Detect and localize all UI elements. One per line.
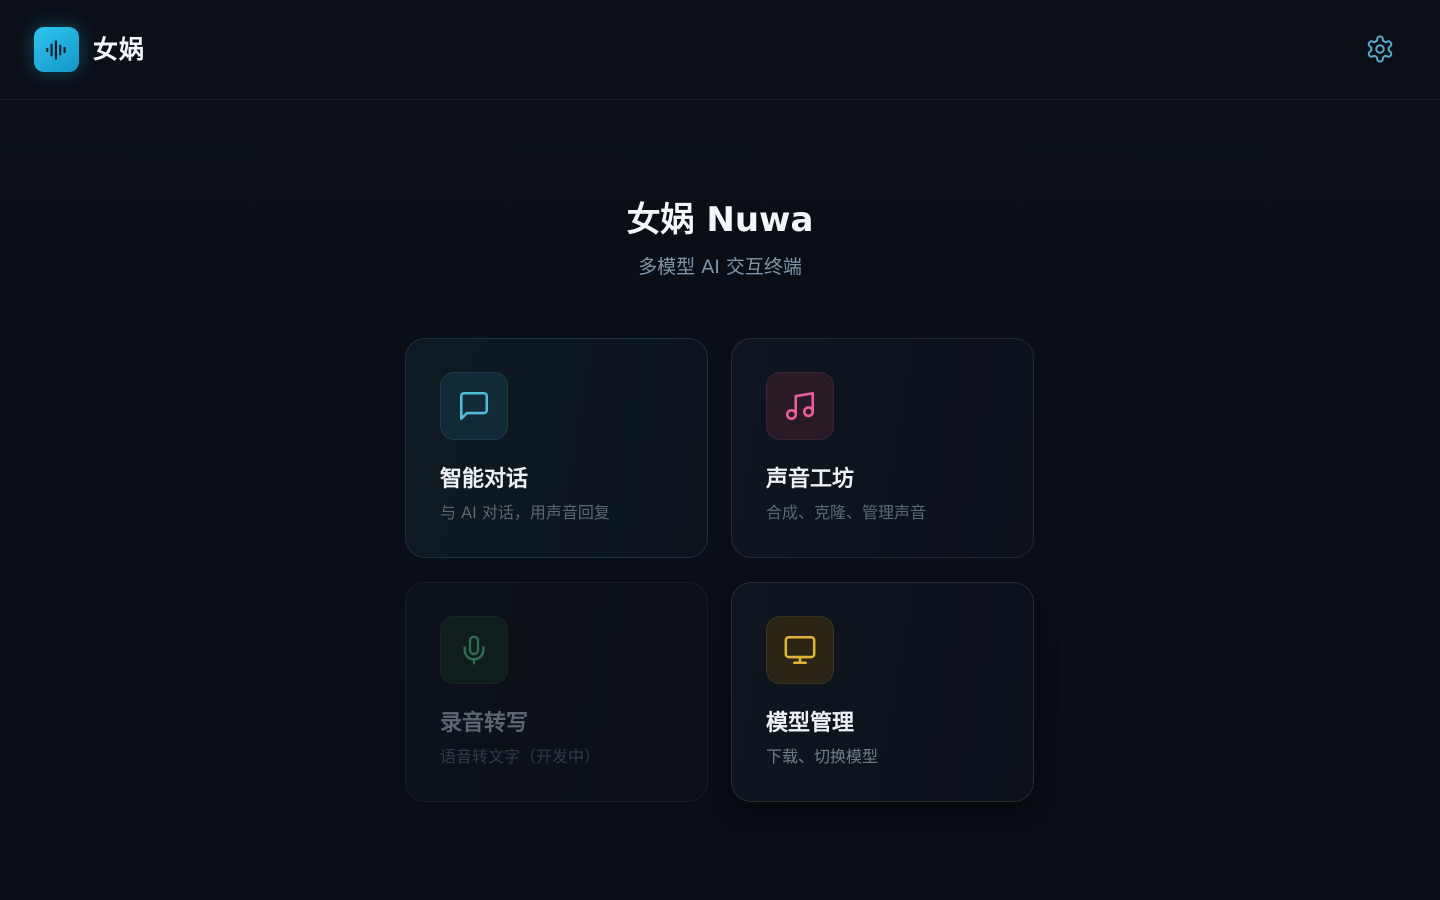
settings-button[interactable] — [1362, 31, 1398, 67]
card-model-management[interactable]: 模型管理 下载、切换模型 — [731, 582, 1034, 802]
card-title: 智能对话 — [440, 467, 529, 492]
waveform-icon — [45, 39, 66, 60]
card-icon-box — [766, 372, 834, 440]
card-description: 语音转文字（开发中） — [440, 747, 601, 766]
card-voice-workshop[interactable]: 声音工坊 合成、克隆、管理声音 — [731, 338, 1034, 558]
app-logo[interactable] — [34, 27, 79, 72]
hero-subtitle: 多模型 AI 交互终端 — [638, 256, 802, 278]
card-transcription[interactable]: 录音转写 语音转文字（开发中） — [405, 582, 708, 802]
card-icon-box — [440, 372, 508, 440]
card-title: 声音工坊 — [766, 467, 855, 492]
microphone-icon — [463, 635, 485, 665]
top-bar: 女娲 — [0, 0, 1440, 100]
app-root: 女娲 女娲 Nuwa 多模型 AI 交互终端 智能对话 与 AI 对话，用声音回… — [0, 0, 1440, 900]
card-smart-chat[interactable]: 智能对话 与 AI 对话，用声音回复 — [405, 338, 708, 558]
hero-title: 女娲 Nuwa — [626, 200, 814, 240]
chat-bubble-icon — [459, 391, 489, 421]
gear-icon — [1367, 35, 1393, 63]
music-note-icon — [785, 391, 815, 421]
app-name: 女娲 — [93, 35, 146, 64]
card-description: 下载、切换模型 — [766, 747, 879, 766]
card-description: 合成、克隆、管理声音 — [766, 503, 927, 522]
card-icon-box — [766, 616, 834, 684]
card-title: 录音转写 — [440, 711, 529, 736]
card-description: 与 AI 对话，用声音回复 — [440, 503, 610, 522]
card-title: 模型管理 — [766, 711, 855, 736]
card-icon-box — [440, 616, 508, 684]
monitor-icon — [784, 635, 816, 665]
